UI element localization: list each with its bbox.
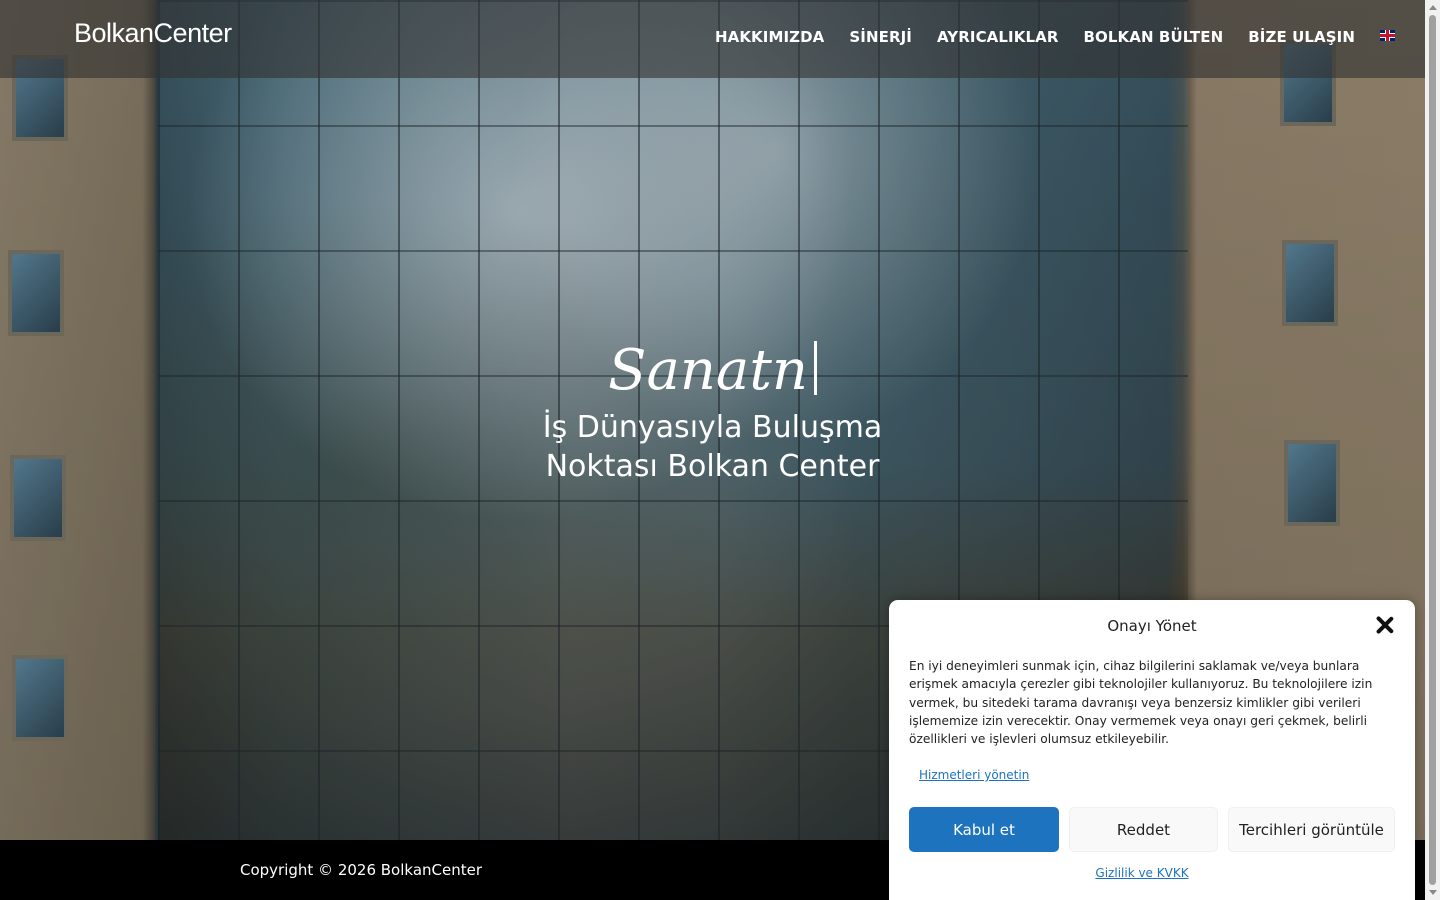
- nav-item-contact[interactable]: BİZE ULAŞIN: [1248, 28, 1355, 46]
- hero-subtitle-line2: Noktası Bolkan Center: [545, 449, 880, 484]
- consent-title: Onayı Yönet: [1107, 617, 1197, 635]
- accept-button[interactable]: Kabul et: [909, 807, 1059, 852]
- copyright-text: Copyright © 2026 BolkanCenter: [240, 861, 483, 879]
- hero-subtitle: İş Dünyasıyla Buluşma Noktası Bolkan Cen…: [0, 408, 1425, 486]
- scroll-up-arrow-icon[interactable]: [1429, 5, 1437, 10]
- page-scrollbar[interactable]: [1425, 0, 1440, 900]
- main-nav: HAKKIMIZDA SİNERJİ AYRICALIKLAR BOLKAN B…: [690, 28, 1395, 46]
- nav-item-about[interactable]: HAKKIMIZDA: [715, 28, 824, 46]
- site-logo[interactable]: BolkanCenter: [74, 18, 232, 49]
- nav-item-bulletin[interactable]: BOLKAN BÜLTEN: [1083, 28, 1223, 46]
- typing-cursor: [813, 341, 817, 395]
- nav-item-synergy[interactable]: SİNERJİ: [849, 28, 912, 46]
- scroll-thumb[interactable]: [1429, 15, 1436, 885]
- hero-subtitle-line1: İş Dünyasıyla Buluşma: [542, 410, 883, 445]
- manage-services-link[interactable]: Hizmetleri yönetin: [919, 768, 1029, 782]
- consent-description: En iyi deneyimleri sunmak için, cihaz bi…: [909, 659, 1373, 747]
- hero-typed-text: Sanatn: [608, 338, 808, 403]
- uk-flag-icon[interactable]: [1380, 29, 1395, 41]
- cookie-consent-dialog: Onayı Yönet En iyi deneyimleri sunmak iç…: [889, 600, 1415, 900]
- nav-item-privileges[interactable]: AYRICALIKLAR: [937, 28, 1058, 46]
- hero-title: Sanatn: [0, 338, 1425, 403]
- close-icon[interactable]: [1375, 615, 1395, 635]
- privacy-policy-link[interactable]: Gizlilik ve KVKK: [889, 866, 1395, 880]
- scroll-down-arrow-icon[interactable]: [1429, 890, 1437, 895]
- reject-button[interactable]: Reddet: [1069, 807, 1218, 852]
- site-header: BolkanCenter HAKKIMIZDA SİNERJİ AYRICALI…: [0, 0, 1425, 78]
- view-preferences-button[interactable]: Tercihleri görüntüle: [1228, 807, 1395, 852]
